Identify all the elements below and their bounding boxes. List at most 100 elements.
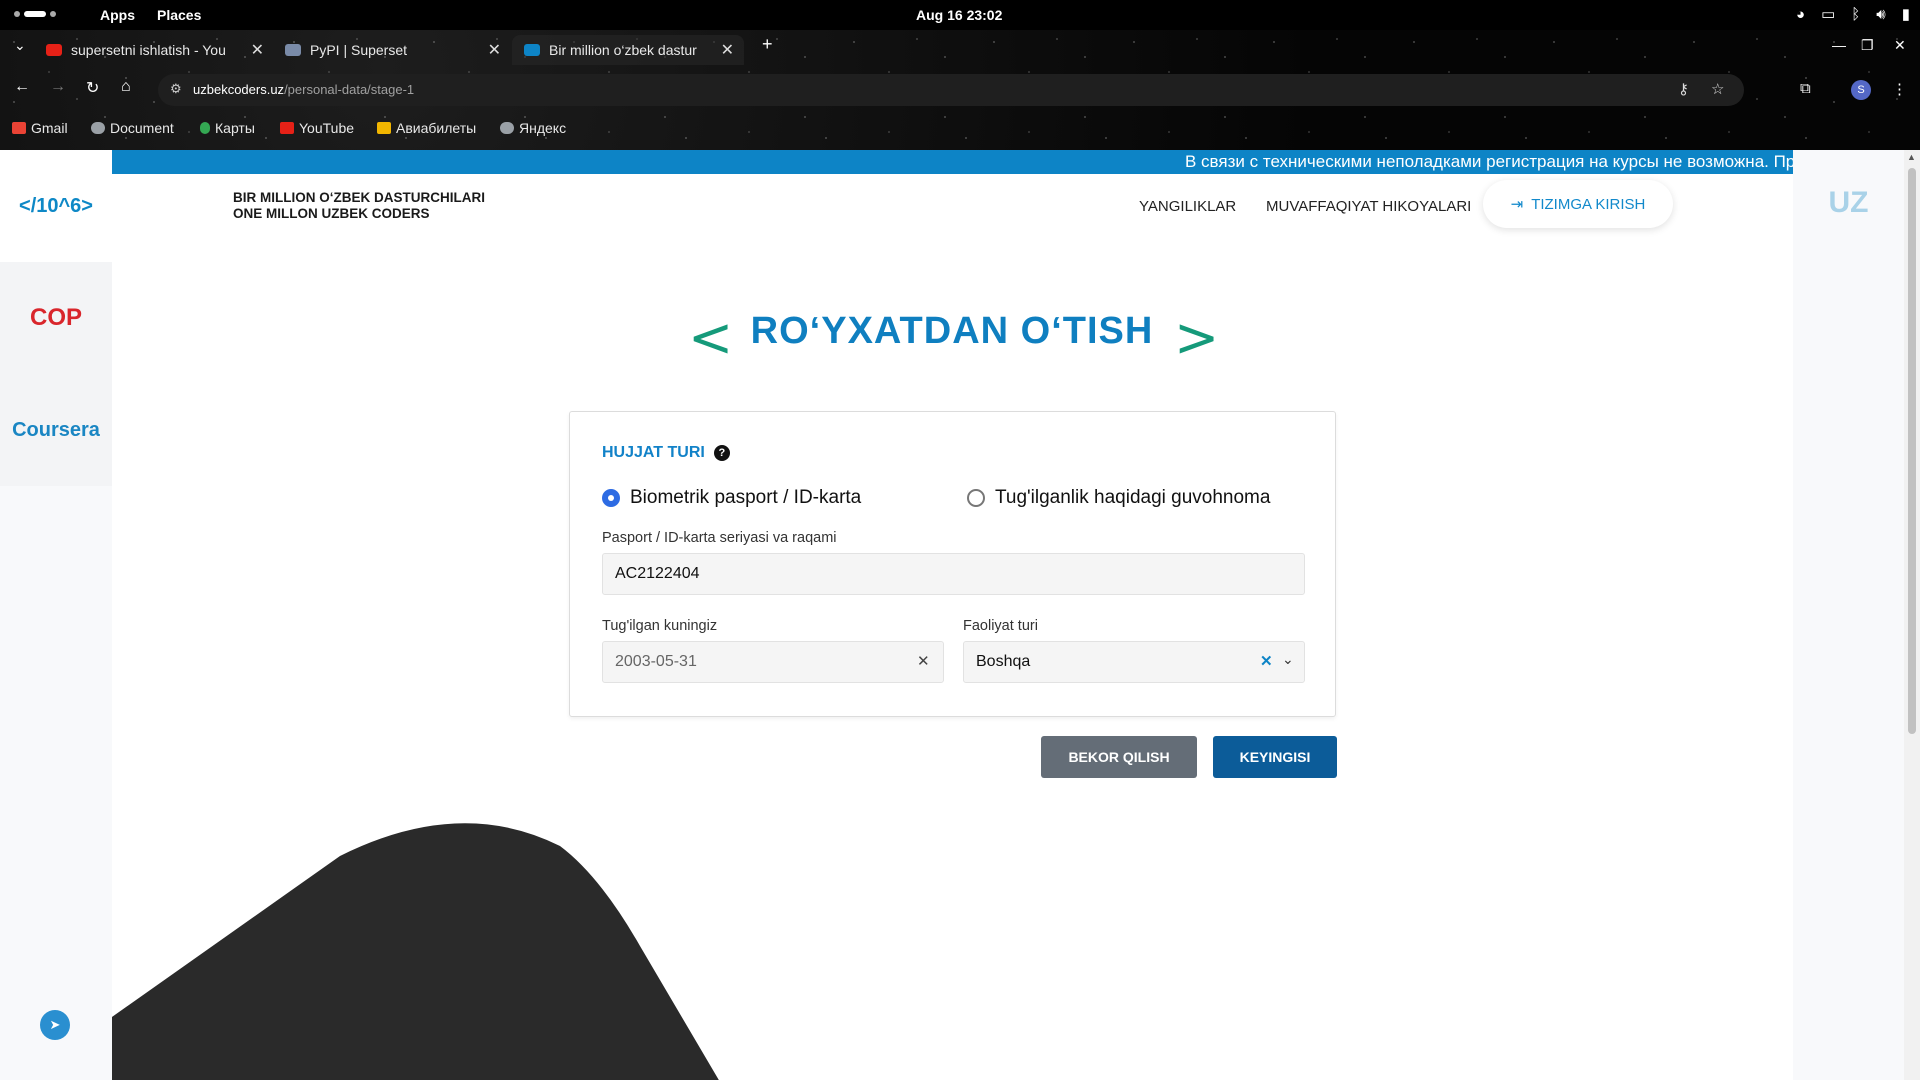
page-scrollbar[interactable]: ▲ bbox=[1904, 150, 1920, 1080]
radio-button-selected[interactable] bbox=[602, 489, 620, 507]
radio-label: Biometrik pasport / ID-karta bbox=[630, 487, 862, 508]
telegram-icon[interactable]: ➤ bbox=[40, 1010, 70, 1040]
close-window-icon[interactable]: ✕ bbox=[1894, 37, 1906, 54]
right-sidebar: UZ bbox=[1793, 150, 1904, 1080]
radio-birth-certificate[interactable]: Tug'ilganlik haqidagi guvohnoma bbox=[967, 487, 1270, 509]
page-title: RO‘YXATDAN O‘TISH bbox=[750, 310, 1154, 352]
login-icon: ⇥ bbox=[1510, 196, 1524, 213]
reload-icon[interactable]: ↻ bbox=[86, 78, 99, 98]
bookmarks-bar: Gmail Document Карты YouTube Авиабилеты … bbox=[0, 115, 1920, 143]
close-tab-icon[interactable]: ✕ bbox=[721, 40, 734, 60]
tab-pypi[interactable]: PyPI | Superset ✕ bbox=[285, 35, 501, 65]
chevron-right-icon: > bbox=[1174, 306, 1220, 369]
password-key-icon[interactable]: ⚷ bbox=[1678, 80, 1689, 98]
bookmark-label: Авиабилеты bbox=[396, 120, 477, 136]
navigation-bar: ← → ↻ ⌂ ⚙ uzbekcoders.uz/personal-data/s… bbox=[0, 72, 1920, 108]
cancel-button[interactable]: BEKOR QILISH bbox=[1041, 736, 1197, 778]
tab-title: PyPI | Superset bbox=[310, 42, 408, 58]
language-switcher[interactable]: UZ bbox=[1793, 186, 1904, 220]
url-host: uzbekcoders.uz bbox=[193, 82, 285, 97]
scroll-thumb[interactable] bbox=[1908, 168, 1916, 734]
site-header: BIR MILLION O‘ZBEK DASTURCHILARI ONE MIL… bbox=[112, 174, 1793, 270]
bookmark-gmail[interactable]: Gmail bbox=[12, 120, 68, 136]
bookmark-yandex[interactable]: Яндекс bbox=[500, 120, 566, 136]
volume-icon[interactable]: 🔊︎ bbox=[1876, 6, 1885, 23]
workspace-indicator[interactable] bbox=[14, 11, 56, 17]
youtube-icon bbox=[46, 44, 62, 56]
gmail-icon bbox=[12, 122, 26, 134]
network-status-icon[interactable]: ◕ bbox=[1796, 6, 1805, 23]
address-bar[interactable]: ⚙ uzbekcoders.uz/personal-data/stage-1 ⚷… bbox=[158, 74, 1744, 106]
tab-search-icon[interactable]: ⌄ bbox=[14, 37, 26, 54]
login-button[interactable]: ⇥ TIZIMGA KIRISH bbox=[1483, 180, 1673, 228]
chevron-down-icon[interactable]: ⌄ bbox=[1282, 651, 1294, 668]
birthday-input[interactable]: 2003-05-31 ✕ bbox=[602, 641, 944, 683]
clear-date-icon[interactable]: ✕ bbox=[917, 652, 930, 670]
clock[interactable]: Aug 16 23:02 bbox=[916, 7, 1002, 23]
battery-icon[interactable]: ▮ bbox=[1902, 5, 1910, 23]
youtube-icon bbox=[280, 122, 294, 134]
login-label: TIZIMGA KIRISH bbox=[1531, 195, 1646, 213]
passport-number-label: Pasport / ID-karta seriyasi va raqami bbox=[602, 530, 837, 546]
bookmark-label: Карты bbox=[215, 120, 255, 136]
url-text[interactable]: uzbekcoders.uz/personal-data/stage-1 bbox=[193, 82, 414, 97]
close-tab-icon[interactable]: ✕ bbox=[251, 40, 264, 60]
profile-avatar[interactable]: S bbox=[1851, 80, 1871, 100]
site-info-icon[interactable]: ⚙ bbox=[170, 81, 182, 97]
web-page: </10^6> COP Coursera ➤ В связи с техниче… bbox=[0, 150, 1920, 1080]
tab-title: Bir million o‘zbek dastur bbox=[549, 42, 697, 58]
left-sidebar: </10^6> COP Coursera ➤ bbox=[0, 150, 112, 1080]
screen-icon[interactable]: ▭ bbox=[1821, 5, 1835, 23]
brand-name[interactable]: BIR MILLION O‘ZBEK DASTURCHILARI ONE MIL… bbox=[233, 190, 485, 222]
nav-success-stories[interactable]: MUVAFFAQIYAT HIKOYALARI bbox=[1266, 198, 1471, 215]
next-button[interactable]: KEYINGISI bbox=[1213, 736, 1337, 778]
bookmark-document[interactable]: Document bbox=[91, 120, 174, 136]
bluetooth-icon[interactable]: ᛒ bbox=[1851, 6, 1860, 23]
home-icon[interactable]: ⌂ bbox=[121, 78, 131, 96]
brand-line-uz: BIR MILLION O‘ZBEK DASTURCHILARI bbox=[233, 190, 485, 205]
browser-chrome: ⌄ supersetni ishlatish - You ✕ PyPI | Su… bbox=[0, 30, 1920, 150]
bookmark-aviabilety[interactable]: Авиабилеты bbox=[377, 120, 476, 136]
activity-type-label: Faoliyat turi bbox=[963, 618, 1038, 634]
forward-icon[interactable]: → bbox=[50, 78, 66, 96]
scroll-up-icon[interactable]: ▲ bbox=[1907, 152, 1916, 162]
bookmark-star-icon[interactable]: ☆ bbox=[1711, 80, 1724, 98]
passport-number-value: AC2122404 bbox=[615, 565, 700, 582]
bookmark-label: YouTube bbox=[299, 120, 355, 136]
system-tray[interactable]: ◕ ▭ ᛒ 🔊︎ ▮ bbox=[1796, 5, 1910, 24]
decorative-shape bbox=[22, 823, 719, 1080]
radio-button-unselected[interactable] bbox=[967, 489, 985, 507]
close-tab-icon[interactable]: ✕ bbox=[488, 40, 501, 60]
url-path: /personal-data/stage-1 bbox=[284, 82, 415, 97]
document-form-card: HUJJAT TURI ? Biometrik pasport / ID-kar… bbox=[569, 411, 1336, 717]
nav-news[interactable]: YANGILIKLAR bbox=[1139, 198, 1236, 215]
new-tab-icon[interactable]: + bbox=[762, 34, 773, 55]
aviabilety-icon bbox=[377, 122, 391, 134]
tab-youtube[interactable]: supersetni ishlatish - You ✕ bbox=[46, 35, 264, 65]
tab-title: supersetni ishlatish - You bbox=[71, 42, 226, 58]
activity-type-select[interactable]: Boshqa ✕ ⌄ bbox=[963, 641, 1305, 683]
browser-menu-icon[interactable]: ⋮ bbox=[1892, 80, 1907, 98]
radio-biometric-passport[interactable]: Biometrik pasport / ID-karta bbox=[602, 487, 861, 509]
help-icon[interactable]: ? bbox=[713, 445, 730, 461]
bookmark-youtube[interactable]: YouTube bbox=[280, 120, 354, 136]
ticker-text: В связи с техническими неполадками регис… bbox=[1185, 152, 1793, 171]
bookmark-maps[interactable]: Карты bbox=[200, 120, 255, 136]
section-title-label: HUJJAT TURI bbox=[602, 444, 705, 461]
birthday-value: 2003-05-31 bbox=[615, 653, 697, 670]
site-logo[interactable]: </10^6> bbox=[0, 150, 112, 262]
restore-icon[interactable]: ❐ bbox=[1861, 37, 1874, 54]
tab-strip: ⌄ supersetni ishlatish - You ✕ PyPI | Su… bbox=[0, 30, 1920, 68]
tab-uzbekcoders[interactable]: Bir million o‘zbek dastur ✕ bbox=[512, 35, 744, 65]
activity-type-value: Boshqa bbox=[976, 653, 1031, 670]
pypi-icon bbox=[285, 44, 301, 56]
extensions-icon[interactable]: ⧉ bbox=[1800, 80, 1811, 97]
sidebar-item-coursera[interactable]: Coursera bbox=[0, 374, 112, 486]
places-menu[interactable]: Places bbox=[157, 7, 201, 23]
minimize-icon[interactable]: — bbox=[1832, 37, 1846, 53]
passport-number-input[interactable]: AC2122404 bbox=[602, 553, 1305, 595]
back-icon[interactable]: ← bbox=[14, 78, 30, 96]
apps-menu[interactable]: Apps bbox=[100, 7, 135, 23]
bookmark-label: Document bbox=[110, 120, 174, 136]
clear-selection-icon[interactable]: ✕ bbox=[1260, 652, 1273, 670]
